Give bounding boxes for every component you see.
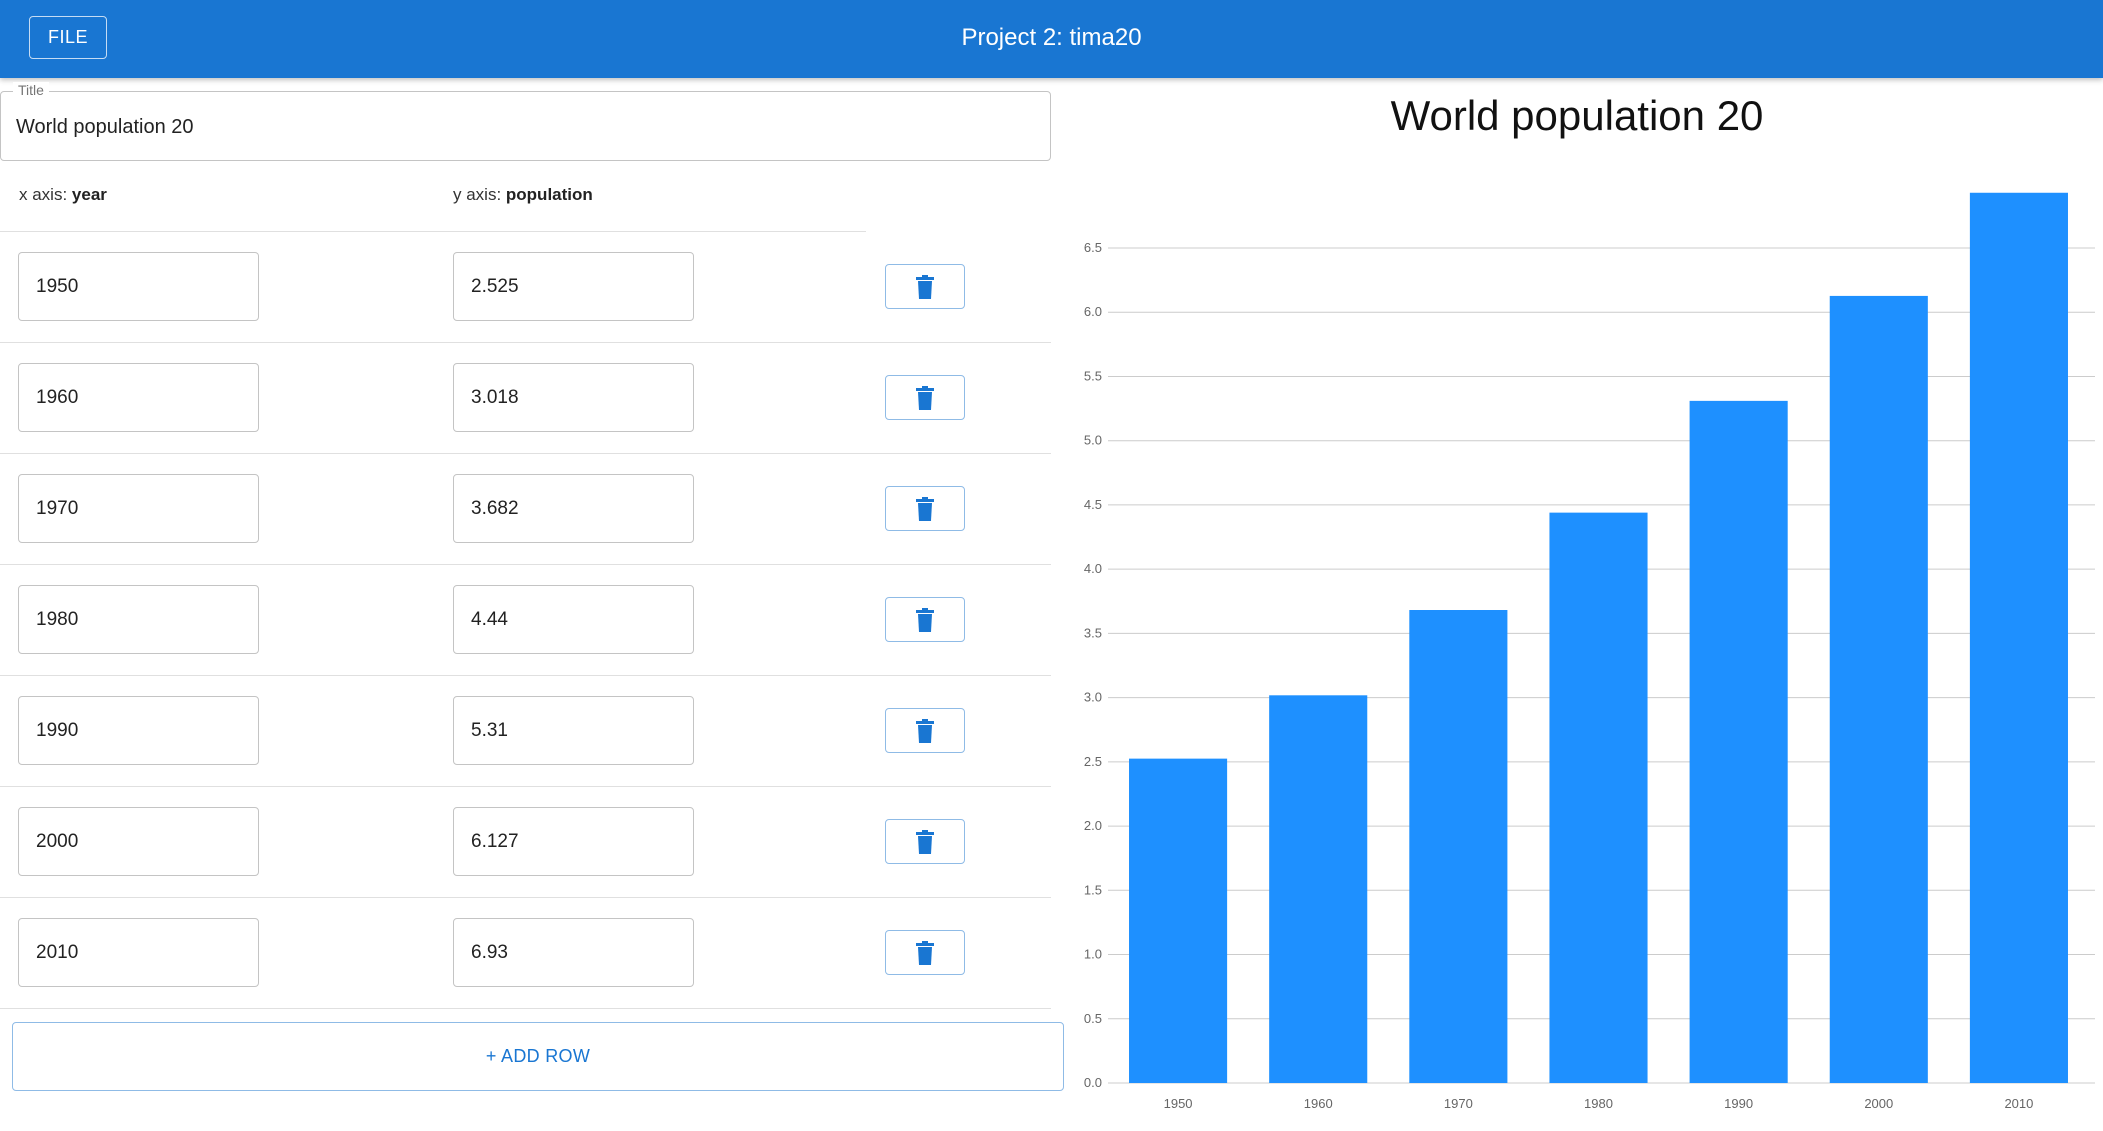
x-value-input[interactable]: 1950 bbox=[18, 252, 259, 321]
table-row: 1980 4.44 bbox=[0, 565, 1051, 676]
y-axis-name: population bbox=[505, 185, 593, 204]
delete-row-button[interactable] bbox=[885, 486, 965, 531]
y-value-input[interactable]: 5.31 bbox=[453, 696, 694, 765]
bar bbox=[1549, 512, 1648, 1083]
x-value-input[interactable]: 1970 bbox=[18, 474, 259, 543]
table-row: 1970 3.682 bbox=[0, 454, 1051, 565]
y-value-input[interactable]: 3.018 bbox=[453, 363, 694, 432]
table-row: 2010 6.93 bbox=[0, 898, 1051, 1009]
delete-row-button[interactable] bbox=[885, 930, 965, 975]
x-value-input[interactable]: 1990 bbox=[18, 696, 259, 765]
y-axis-prefix: y axis: bbox=[453, 185, 506, 204]
delete-row-button[interactable] bbox=[885, 708, 965, 753]
y-axis-header: y axis: population bbox=[453, 184, 593, 206]
chart-svg: 0.0 0.5 1.0 1.5 2.0 2.5 3.0 3.5 4.0 4.5 5.0 5.5 6.0 6… bbox=[1084, 192, 2095, 1111]
y-value-input[interactable]: 6.93 bbox=[453, 918, 694, 987]
y-tick-label: 3.5 bbox=[1084, 625, 1102, 640]
x-axis-prefix: x axis: bbox=[19, 185, 72, 204]
y-tick-label: 5.5 bbox=[1084, 368, 1102, 383]
x-tick-label: 1970 bbox=[1444, 1096, 1473, 1111]
table-row: 1950 2.525 bbox=[0, 232, 1051, 343]
chart-title-field[interactable]: Title World population 20 bbox=[0, 82, 1051, 161]
table-row: 1960 3.018 bbox=[0, 343, 1051, 454]
trash-icon bbox=[916, 830, 934, 854]
delete-row-button[interactable] bbox=[885, 264, 965, 309]
x-value-input[interactable]: 1960 bbox=[18, 363, 259, 432]
x-tick-label: 1950 bbox=[1164, 1096, 1193, 1111]
trash-icon bbox=[916, 386, 934, 410]
bar bbox=[1969, 192, 2068, 1083]
y-tick-label: 5.0 bbox=[1084, 433, 1102, 448]
y-value-input[interactable]: 3.682 bbox=[453, 474, 694, 543]
data-rows: 1950 2.525 1960 3.018 1970 3.682 1980 4.… bbox=[0, 232, 1051, 1009]
trash-icon bbox=[916, 497, 934, 521]
x-tick-label: 1960 bbox=[1304, 1096, 1333, 1111]
title-field-label: Title bbox=[13, 82, 49, 98]
bar bbox=[1689, 400, 1788, 1083]
x-tick-label: 2010 bbox=[2004, 1096, 2033, 1111]
x-value-input[interactable]: 1980 bbox=[18, 585, 259, 654]
bar bbox=[1129, 758, 1228, 1083]
delete-row-button[interactable] bbox=[885, 819, 965, 864]
bar bbox=[1409, 610, 1508, 1083]
table-row: 2000 6.127 bbox=[0, 787, 1051, 898]
x-tick-label: 2000 bbox=[1864, 1096, 1893, 1111]
delete-row-button[interactable] bbox=[885, 375, 965, 420]
y-value-input[interactable]: 6.127 bbox=[453, 807, 694, 876]
y-tick-label: 2.0 bbox=[1084, 818, 1102, 833]
x-value-input[interactable]: 2000 bbox=[18, 807, 259, 876]
y-tick-label: 0.0 bbox=[1084, 1075, 1102, 1090]
add-row-button[interactable]: + ADD ROW bbox=[12, 1022, 1064, 1091]
title-input[interactable]: World population 20 bbox=[16, 115, 194, 139]
app-bar: FILE Project 2: tima20 bbox=[0, 0, 2103, 78]
y-tick-label: 1.0 bbox=[1084, 947, 1102, 962]
y-tick-label: 3.0 bbox=[1084, 690, 1102, 705]
bar bbox=[1829, 295, 1928, 1083]
y-tick-label: 0.5 bbox=[1084, 1011, 1102, 1026]
trash-icon bbox=[916, 719, 934, 743]
y-value-input[interactable]: 4.44 bbox=[453, 585, 694, 654]
x-value-input[interactable]: 2010 bbox=[18, 918, 259, 987]
bar bbox=[1269, 695, 1368, 1083]
x-axis-name: year bbox=[71, 185, 107, 204]
trash-icon bbox=[916, 275, 934, 299]
bar-chart: 0.0 0.5 1.0 1.5 2.0 2.5 3.0 3.5 4.0 4.5 5.0 5.5 6.0 6… bbox=[1051, 80, 2103, 1126]
x-tick-label: 1980 bbox=[1584, 1096, 1613, 1111]
trash-icon bbox=[916, 608, 934, 632]
y-tick-label: 2.5 bbox=[1084, 754, 1102, 769]
y-tick-label: 6.5 bbox=[1084, 240, 1102, 255]
y-tick-label: 6.0 bbox=[1084, 304, 1102, 319]
y-tick-label: 4.5 bbox=[1084, 497, 1102, 512]
trash-icon bbox=[916, 941, 934, 965]
y-tick-label: 4.0 bbox=[1084, 561, 1102, 576]
app-title: Project 2: tima20 bbox=[961, 24, 1142, 51]
y-tick-label: 1.5 bbox=[1084, 882, 1102, 897]
table-row: 1990 5.31 bbox=[0, 676, 1051, 787]
delete-row-button[interactable] bbox=[885, 597, 965, 642]
x-tick-label: 1990 bbox=[1724, 1096, 1753, 1111]
x-axis-header: x axis: year bbox=[19, 184, 107, 206]
y-value-input[interactable]: 2.525 bbox=[453, 252, 694, 321]
